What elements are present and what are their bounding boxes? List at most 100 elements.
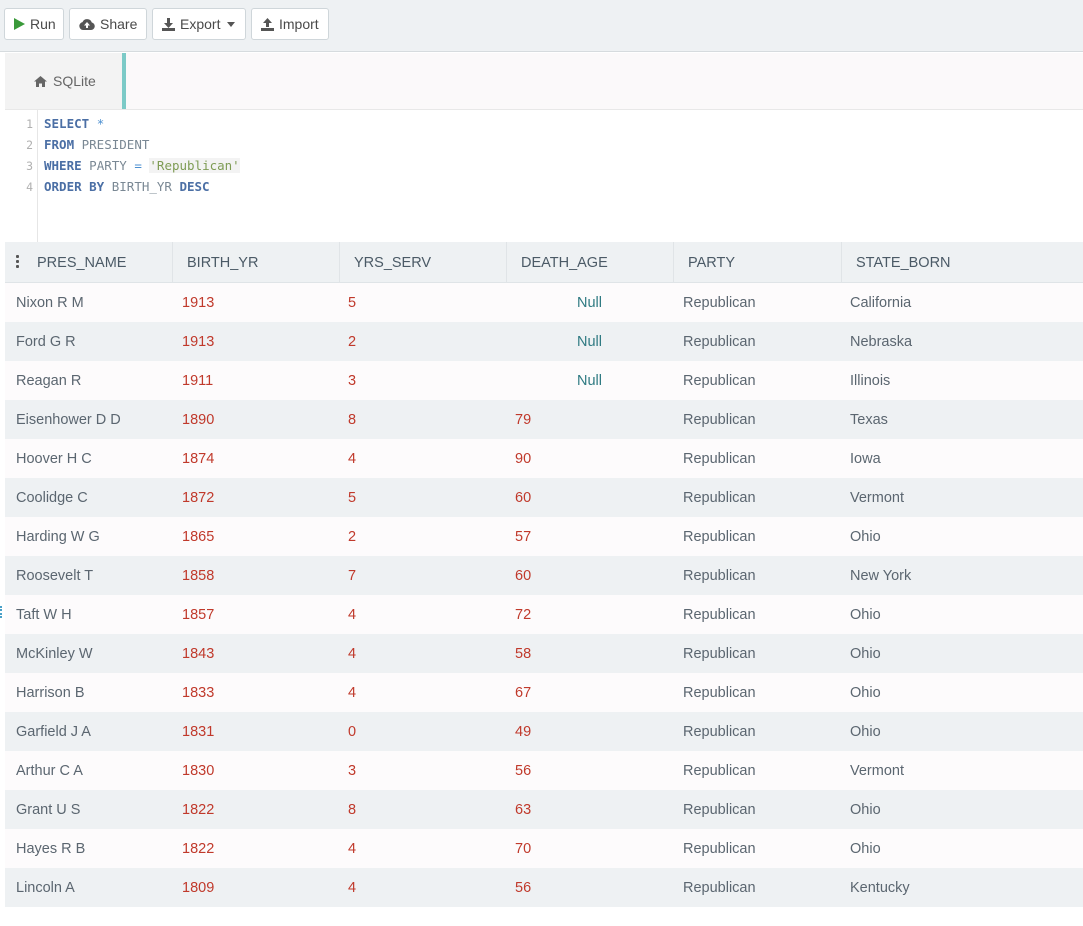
share-button[interactable]: Share [69,8,147,40]
cell-state-born: Ohio [850,528,881,545]
tab-bar: SQLite [5,53,1083,110]
table-row[interactable]: Harding W G 1865 2 57 Republican Ohio [5,517,1083,556]
table-row[interactable]: Taft W H 1857 4 72 Republican Ohio [5,595,1083,634]
cell-death-age: 60 [515,489,532,506]
line-number: 3 [26,159,33,173]
cell-birth-yr: 1913 [182,333,215,350]
cell-yrs-serv: 4 [348,606,357,623]
cell-yrs-serv: 4 [348,684,357,701]
line-number: 2 [26,138,33,152]
cell-state-born: Vermont [850,762,904,779]
cell-death-age: 72 [515,606,532,623]
cell-yrs-serv: 5 [348,294,357,311]
tab-label: SQLite [53,73,96,89]
cell-death-age: 63 [515,801,532,818]
cell-state-born: Ohio [850,645,881,662]
column-header-pres-name[interactable]: PRES_NAME [5,242,173,283]
table-row[interactable]: McKinley W 1843 4 58 Republican Ohio [5,634,1083,673]
cell-state-born: Vermont [850,489,904,506]
cell-birth-yr: 1911 [182,372,214,389]
sql-editor[interactable]: 1 2 3 4 SELECT * FROM PRESIDENT WHERE PA… [5,110,1083,242]
cell-party: Republican [683,294,756,311]
cell-party: Republican [683,450,756,467]
export-button[interactable]: Export [152,8,246,40]
cell-party: Republican [683,723,756,740]
play-icon [14,18,25,30]
cell-birth-yr: 1913 [182,294,215,311]
cell-yrs-serv: 4 [348,645,357,662]
home-icon [34,75,47,87]
cell-death-age: 57 [515,528,532,545]
cell-state-born: Illinois [850,372,891,389]
table-row[interactable]: Nixon R M 1913 5 Null Republican California [5,283,1083,322]
cell-death-age: 70 [515,840,532,857]
line-number: 1 [26,117,33,131]
column-header-state-born[interactable]: STATE_BORN [842,242,1083,283]
code-line-1: SELECT * [44,116,105,131]
cell-yrs-serv: 0 [348,723,357,740]
cell-birth-yr: 1865 [182,528,215,545]
toolbar: Run Share Export Import [0,0,1083,52]
cell-death-age: 49 [515,723,532,740]
cell-yrs-serv: 4 [348,879,357,896]
run-button[interactable]: Run [4,8,64,40]
column-header-party[interactable]: PARTY [674,242,842,283]
cell-party: Republican [683,840,756,857]
table-row[interactable]: Grant U S 1822 8 63 Republican Ohio [5,790,1083,829]
row-drag-handle[interactable] [0,606,2,618]
cell-pres-name: Ford G R [16,333,76,350]
cell-birth-yr: 1872 [182,489,215,506]
table-row[interactable]: Hoover H C 1874 4 90 Republican Iowa [5,439,1083,478]
table-row[interactable]: Garfield J A 1831 0 49 Republican Ohio [5,712,1083,751]
cell-party: Republican [683,606,756,623]
table-row[interactable]: Reagan R 1911 3 Null Republican Illinois [5,361,1083,400]
cell-party: Republican [683,801,756,818]
table-row[interactable]: Arthur C A 1830 3 56 Republican Vermont [5,751,1083,790]
grid-header: PRES_NAME BIRTH_YR YRS_SERV DEATH_AGE PA… [5,242,1083,283]
cell-yrs-serv: 2 [348,333,357,350]
cell-birth-yr: 1822 [182,840,215,857]
cell-party: Republican [683,567,756,584]
table-row[interactable]: Eisenhower D D 1890 8 79 Republican Texas [5,400,1083,439]
column-header-yrs-serv[interactable]: YRS_SERV [340,242,507,283]
cell-state-born: Iowa [850,450,881,467]
cell-pres-name: Arthur C A [16,762,83,779]
table-row[interactable]: Harrison B 1833 4 67 Republican Ohio [5,673,1083,712]
table-row[interactable]: Roosevelt T 1858 7 60 Republican New York [5,556,1083,595]
cell-state-born: Ohio [850,606,881,623]
cell-birth-yr: 1843 [182,645,215,662]
cell-yrs-serv: 5 [348,489,357,506]
cell-state-born: California [850,294,912,311]
cell-state-born: New York [850,567,912,584]
cell-birth-yr: 1858 [182,567,215,584]
table-row[interactable]: Hayes R B 1822 4 70 Republican Ohio [5,829,1083,868]
upload-icon [261,17,274,31]
cell-death-age: Null [577,294,602,311]
cell-party: Republican [683,645,756,662]
import-button[interactable]: Import [251,8,329,40]
cell-pres-name: Hayes R B [16,840,86,857]
cell-yrs-serv: 4 [348,450,357,467]
cell-state-born: Ohio [850,723,881,740]
cell-party: Republican [683,762,756,779]
column-header-birth-yr[interactable]: BIRTH_YR [173,242,340,283]
line-number-gutter: 1 2 3 4 [5,110,38,242]
column-header-death-age[interactable]: DEATH_AGE [507,242,674,283]
table-row[interactable]: Lincoln A 1809 4 56 Republican Kentucky [5,868,1083,907]
cell-yrs-serv: 8 [348,411,357,428]
cell-death-age: Null [577,372,602,389]
cell-party: Republican [683,411,756,428]
share-label: Share [100,16,138,32]
cell-death-age: 67 [515,684,532,701]
cell-pres-name: Harding W G [16,528,100,545]
table-row[interactable]: Coolidge C 1872 5 60 Republican Vermont [5,478,1083,517]
run-label: Run [30,16,56,32]
cell-party: Republican [683,333,756,350]
cell-state-born: Ohio [850,801,881,818]
cell-yrs-serv: 3 [348,762,357,779]
table-row[interactable]: Ford G R 1913 2 Null Republican Nebraska [5,322,1083,361]
cell-party: Republican [683,528,756,545]
export-label: Export [180,16,221,32]
tab-sqlite[interactable]: SQLite [5,53,126,109]
cloud-upload-icon [79,18,95,30]
